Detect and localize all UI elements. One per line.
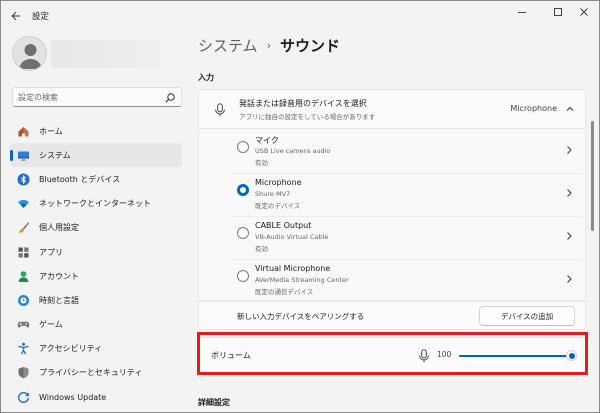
sidebar-item-label: Bluetooth とデバイス <box>39 174 121 184</box>
system-display-icon <box>16 148 30 162</box>
pair-device-row: 新しい入力デバイスをペアリングする デバイスの追加 <box>198 301 586 330</box>
sidebar-item-bluetooth[interactable]: Bluetooth とデバイス <box>10 167 182 191</box>
sidebar-item-windows-update[interactable]: Windows Update <box>10 385 182 409</box>
selected-input-value: Microphone <box>510 104 557 113</box>
sidebar-item-label: システム <box>39 150 71 160</box>
device-name: Microphone <box>255 178 302 187</box>
user-profile[interactable] <box>12 36 182 72</box>
gamepad-icon <box>16 318 30 332</box>
device-radio-selected[interactable] <box>237 184 249 196</box>
chevron-right-icon[interactable] <box>565 274 573 284</box>
user-name-redacted <box>51 40 159 68</box>
device-model: Shure MV7 <box>255 190 291 198</box>
advanced-section-title: 詳細設定 <box>198 398 230 407</box>
user-avatar-icon <box>19 44 42 69</box>
sidebar-item-home[interactable]: ホーム <box>10 119 182 143</box>
sidebar-item-label: ネットワークとインターネット <box>39 199 151 209</box>
close-button[interactable] <box>573 5 595 19</box>
sidebar-item-time-language[interactable]: 時刻と言語 <box>10 288 182 312</box>
search-input[interactable] <box>18 90 163 105</box>
device-status: 既定のデバイス <box>255 202 301 210</box>
add-device-button[interactable]: デバイスの追加 <box>479 306 575 326</box>
sidebar-item-accessibility[interactable]: アクセシビリティ <box>10 337 182 361</box>
bluetooth-icon <box>16 172 30 186</box>
input-selector-title: 発話または録音用のデバイスを選択 <box>239 99 367 108</box>
breadcrumb-parent[interactable]: システム <box>198 35 258 56</box>
minimize-button[interactable] <box>511 5 533 19</box>
back-button[interactable] <box>7 7 25 25</box>
sidebar-item-accounts[interactable]: アカウント <box>10 264 182 288</box>
sidebar-nav: ホーム システム Bluetooth とデバイス ネットワークとインターネット … <box>10 119 182 409</box>
device-name: Virtual Microphone <box>255 264 331 273</box>
search-box[interactable] <box>12 87 182 107</box>
chevron-up-icon[interactable] <box>565 104 575 114</box>
sidebar-item-label: ゲーム <box>39 320 63 330</box>
apps-icon <box>16 245 30 259</box>
device-row-mic[interactable]: マイク USB Live camera audio 有効 <box>199 130 585 173</box>
maximize-button[interactable] <box>547 5 569 19</box>
sidebar-item-gaming[interactable]: ゲーム <box>10 313 182 337</box>
device-status: 既定の通信デバイス <box>255 288 314 296</box>
device-radio[interactable] <box>237 227 249 239</box>
sidebar-item-label: アプリ <box>39 247 63 257</box>
input-section-title: 入力 <box>198 73 214 82</box>
device-name: マイク <box>255 136 279 145</box>
input-device-list: マイク USB Live camera audio 有効 Microphone … <box>198 130 586 301</box>
sidebar-item-label: 時刻と言語 <box>39 295 79 305</box>
device-status: 有効 <box>255 159 268 167</box>
pair-device-label: 新しい入力デバイスをペアリングする <box>237 312 365 321</box>
maximize-icon <box>554 8 562 16</box>
device-radio[interactable] <box>237 270 249 282</box>
avatar <box>12 36 47 71</box>
device-radio[interactable] <box>237 141 249 153</box>
device-row-cable-output[interactable]: CABLE Output VB-Audio Virtual Cable 有効 <box>199 216 585 259</box>
sidebar-item-personalization[interactable]: 個人用設定 <box>10 216 182 240</box>
home-icon <box>16 124 30 138</box>
sidebar-item-network[interactable]: ネットワークとインターネット <box>10 192 182 216</box>
sidebar-item-label: ホーム <box>39 126 63 136</box>
globe-clock-icon <box>16 293 30 307</box>
sidebar-item-privacy[interactable]: プライバシーとセキュリティ <box>10 361 182 385</box>
device-model: VB-Audio Virtual Cable <box>255 233 329 241</box>
sidebar-item-system[interactable]: システム <box>10 143 182 168</box>
breadcrumb: システム › サウンド <box>198 35 340 56</box>
search-icon[interactable] <box>164 92 176 104</box>
input-selector-subtitle: アプリに独自の設定をしている場合があります <box>239 113 376 121</box>
chevron-right-icon[interactable] <box>565 188 573 198</box>
device-name: CABLE Output <box>255 221 312 230</box>
sidebar-item-label: Windows Update <box>39 392 107 402</box>
device-row-microphone[interactable]: Microphone Shure MV7 既定のデバイス <box>199 173 585 216</box>
sidebar-item-label: アクセシビリティ <box>39 344 103 354</box>
title-bar: 設定 <box>1 1 599 31</box>
device-status: 有効 <box>255 245 268 253</box>
minimize-icon <box>518 12 526 13</box>
wifi-icon <box>16 197 30 211</box>
device-model: AVerMedia Streaming Center <box>255 276 349 284</box>
brush-icon <box>16 221 30 235</box>
chevron-right-icon[interactable] <box>565 145 573 155</box>
settings-window: 設定 ホーム <box>0 0 600 413</box>
sidebar-item-label: プライバシーとセキュリティ <box>39 368 143 378</box>
shield-icon <box>16 366 30 380</box>
device-model: USB Live camera audio <box>255 147 331 155</box>
sidebar-item-label: アカウント <box>39 271 79 281</box>
breadcrumb-separator: › <box>266 39 271 52</box>
accessibility-icon <box>16 342 30 356</box>
update-icon <box>16 390 30 404</box>
sidebar-item-label: 個人用設定 <box>39 223 79 233</box>
microphone-icon <box>215 103 225 117</box>
device-row-virtual-microphone[interactable]: Virtual Microphone AVerMedia Streaming C… <box>199 259 585 302</box>
chevron-right-icon[interactable] <box>565 231 573 241</box>
page-title: サウンド <box>279 37 340 55</box>
volume-highlight-box <box>197 332 588 375</box>
scrollbar[interactable] <box>591 121 594 231</box>
account-icon <box>16 269 30 283</box>
app-title: 設定 <box>32 12 50 22</box>
sidebar-item-apps[interactable]: アプリ <box>10 240 182 264</box>
close-icon <box>580 8 588 16</box>
back-arrow-icon <box>11 11 20 21</box>
input-device-selector[interactable]: 発話または録音用のデバイスを選択 アプリに独自の設定をしている場合があります M… <box>198 89 586 129</box>
